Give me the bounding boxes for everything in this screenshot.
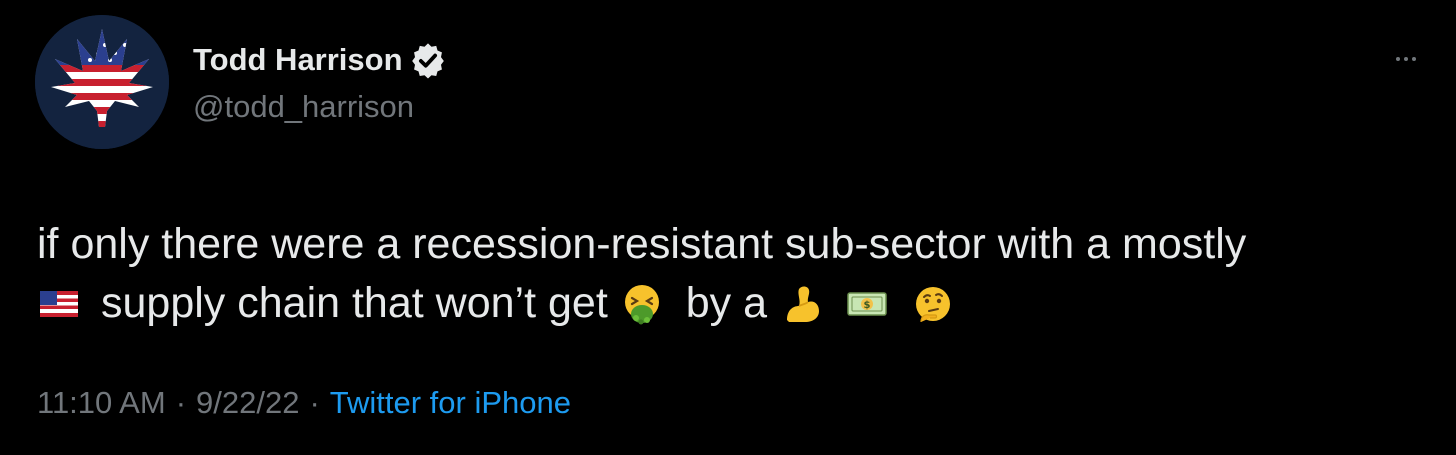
author-name-text: Todd Harrison xyxy=(193,42,403,77)
tweet-text-line-2: supply chain that won’t get by a $ xyxy=(37,274,1427,333)
tweet-text: if only there were a recession-resistant… xyxy=(37,215,1427,333)
cannabis-flag-icon xyxy=(35,15,169,149)
tweet-time[interactable]: 11:10 AM xyxy=(37,385,166,420)
flag-us-icon xyxy=(37,282,81,326)
flexed-biceps-icon xyxy=(781,282,825,326)
svg-text:$: $ xyxy=(864,300,871,311)
more-dot-icon xyxy=(1412,57,1416,61)
dollar-banknote-icon: $ xyxy=(845,282,889,326)
tweet-text-segment: if only there were a recession-resistant… xyxy=(37,220,1247,268)
tweet-meta: 11:10 AM · 9/22/22 · Twitter for iPhone xyxy=(37,383,571,423)
meta-separator: · xyxy=(175,385,187,420)
tweet-card: Todd Harrison @todd_harrison if only the… xyxy=(0,0,1456,455)
verified-badge-icon xyxy=(409,41,447,79)
more-dot-icon xyxy=(1396,57,1400,61)
tweet-text-line-1: if only there were a recession-resistant… xyxy=(37,215,1427,274)
thinking-face-icon xyxy=(911,282,955,326)
author-handle[interactable]: @todd_harrison xyxy=(193,87,414,127)
tweet-text-segment: by a xyxy=(685,279,768,327)
author-name[interactable]: Todd Harrison xyxy=(193,40,447,80)
meta-separator: · xyxy=(309,385,320,420)
tweet-text-segment: supply chain that won’t get xyxy=(101,279,608,327)
tweet-source-link[interactable]: Twitter for iPhone xyxy=(330,385,571,420)
more-options-button[interactable] xyxy=(1386,44,1426,74)
tweet-date[interactable]: 9/22/22 xyxy=(196,385,299,420)
more-dot-icon xyxy=(1404,57,1408,61)
vomiting-face-icon xyxy=(620,282,664,326)
avatar[interactable] xyxy=(35,15,169,149)
